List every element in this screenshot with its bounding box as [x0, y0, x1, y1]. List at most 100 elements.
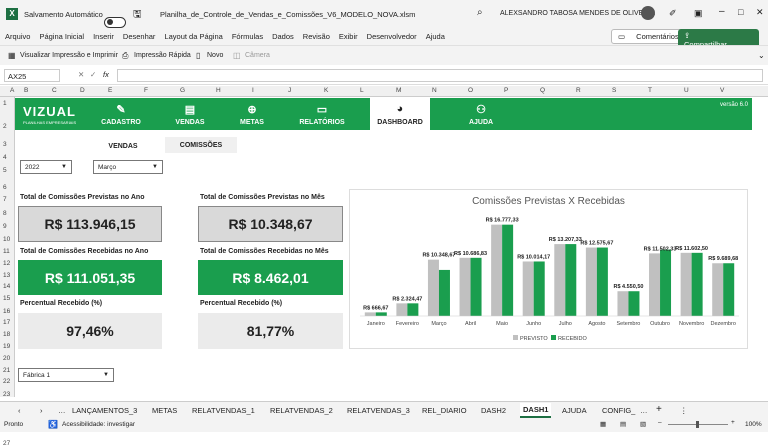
row-header[interactable]: 19	[3, 343, 10, 350]
bar-previsto-maio[interactable]	[491, 224, 503, 316]
file-name[interactable]: Planilha_de_Controle_de_Vendas_e_Comissõ…	[160, 10, 415, 19]
bar-previsto-setembro[interactable]	[617, 291, 629, 316]
tab-scroll-right-icon[interactable]: ›	[40, 406, 43, 415]
page-layout-icon[interactable]: ▤	[620, 420, 626, 428]
column-header[interactable]: C	[52, 87, 57, 94]
column-header[interactable]: I	[252, 87, 254, 94]
quick-print-button[interactable]: Impressão Rápida	[134, 52, 191, 59]
column-header[interactable]: H	[216, 87, 221, 94]
new-button[interactable]: Novo	[207, 52, 223, 59]
zoom-in-icon[interactable]: +	[731, 419, 735, 426]
column-header[interactable]: M	[396, 87, 401, 94]
sheet-tab-lançamentos_3[interactable]: LANÇAMENTOS_3	[72, 406, 137, 415]
row-header[interactable]: 16	[3, 308, 10, 315]
menu-item[interactable]: Dados	[272, 32, 294, 41]
zoom-out-icon[interactable]: –	[658, 419, 662, 426]
column-header[interactable]: O	[468, 87, 473, 94]
normal-view-icon[interactable]: ▦	[600, 420, 606, 428]
bar-recebido-fevereiro[interactable]	[407, 303, 419, 316]
avatar[interactable]	[641, 6, 655, 20]
bar-recebido-abril[interactable]	[470, 257, 482, 316]
nav-item-vendas[interactable]: ▤ VENDAS	[160, 98, 220, 130]
bar-previsto-dezembro[interactable]	[712, 263, 724, 316]
pen-icon[interactable]: ✐	[669, 8, 677, 19]
chevron-down-icon[interactable]: ⌄	[758, 51, 765, 60]
autosave-toggle[interactable]	[104, 16, 126, 28]
column-header[interactable]: B	[24, 87, 28, 94]
bar-previsto-janeiro[interactable]	[364, 312, 376, 316]
month-filter[interactable]: Março ▼	[93, 160, 163, 174]
nav-item-ajuda[interactable]: ⚇ AJUDA	[451, 98, 511, 130]
row-header[interactable]: 15	[3, 295, 10, 302]
commission-chart[interactable]: Comissões Previstas X Recebidas R$ 666,6…	[349, 189, 748, 349]
more-options-icon[interactable]: ⋮	[680, 406, 688, 415]
nav-item-cadastro[interactable]: ✎ CADASTRO	[91, 98, 151, 130]
accessibility-status[interactable]: Acessibilidade: investigar	[62, 421, 135, 428]
column-header[interactable]: K	[324, 87, 328, 94]
cancel-icon[interactable]: ✕	[78, 70, 84, 79]
bar-recebido-junho[interactable]	[533, 261, 545, 316]
name-box[interactable]: AX25	[4, 69, 60, 82]
bar-recebido-novembro[interactable]	[691, 252, 703, 316]
row-header[interactable]: 22	[3, 378, 10, 385]
bar-previsto-março[interactable]	[427, 259, 439, 316]
menu-item[interactable]: Revisão	[303, 32, 330, 41]
tab-more-right-icon[interactable]: …	[640, 406, 648, 415]
maximize-icon[interactable]: □	[738, 7, 743, 17]
menu-item[interactable]: Exibir	[339, 32, 358, 41]
column-header[interactable]: Q	[540, 87, 545, 94]
bar-recebido-março[interactable]	[438, 269, 450, 316]
tab-scroll-left-icon[interactable]: ‹	[18, 406, 21, 415]
row-header[interactable]: 17	[3, 319, 10, 326]
sheet-tab-metas[interactable]: METAS	[152, 406, 177, 415]
subtab-vendas[interactable]: VENDAS	[93, 140, 153, 154]
bar-previsto-julho[interactable]	[554, 244, 566, 316]
column-header[interactable]: P	[504, 87, 508, 94]
zoom-level[interactable]: 100%	[745, 421, 762, 428]
row-header[interactable]: 12	[3, 260, 10, 267]
column-header[interactable]: F	[144, 87, 148, 94]
row-header[interactable]: 10	[3, 236, 10, 243]
sheet-tab-ajuda[interactable]: AJUDA	[562, 406, 587, 415]
column-header[interactable]: S	[612, 87, 616, 94]
sheet-tab-dash2[interactable]: DASH2	[481, 406, 506, 415]
column-header[interactable]: A	[10, 87, 14, 94]
factory-filter[interactable]: Fábrica 1 ▼	[18, 368, 114, 382]
bar-previsto-agosto[interactable]	[585, 247, 597, 316]
row-header[interactable]: 14	[3, 283, 10, 290]
row-header[interactable]: 7	[3, 196, 7, 203]
bar-previsto-abril[interactable]	[459, 257, 471, 316]
close-icon[interactable]: ✕	[756, 7, 764, 18]
menu-item[interactable]: Desenvolvedor	[367, 32, 417, 41]
ribbon-display-icon[interactable]: ▣	[694, 8, 703, 19]
menu-item[interactable]: Arquivo	[5, 32, 30, 41]
menu-item[interactable]: Página Inicial	[39, 32, 84, 41]
menu-item[interactable]: Ajuda	[426, 32, 445, 41]
column-header[interactable]: R	[576, 87, 581, 94]
row-header[interactable]: 6	[3, 184, 7, 191]
sheet-tab-relatvendas_3[interactable]: RELATVENDAS_3	[347, 406, 410, 415]
bar-previsto-fevereiro[interactable]	[396, 303, 408, 316]
row-header[interactable]: 3	[3, 141, 7, 148]
menu-item[interactable]: Desenhar	[123, 32, 156, 41]
column-header[interactable]: D	[80, 87, 85, 94]
row-header[interactable]: 18	[3, 331, 10, 338]
save-icon[interactable]: 🖫	[133, 7, 142, 24]
add-sheet-icon[interactable]: +	[656, 404, 662, 415]
column-header[interactable]: J	[288, 87, 291, 94]
nav-item-relatórios[interactable]: ▭ RELATÓRIOS	[292, 98, 352, 130]
user-name[interactable]: ALEXSANDRO TABOSA MENDES DE OLIVEIRA	[500, 10, 655, 17]
row-header[interactable]: 11	[3, 248, 10, 255]
nav-item-dashboard[interactable]: ◕ DASHBOARD	[370, 98, 430, 130]
row-header[interactable]: 1	[3, 100, 7, 107]
row-header[interactable]: 4	[3, 154, 7, 161]
sheet-tab-relatvendas_2[interactable]: RELATVENDAS_2	[270, 406, 333, 415]
subtab-comissoes[interactable]: COMISSÕES	[165, 137, 237, 153]
row-header[interactable]: 5	[3, 167, 7, 174]
bar-recebido-dezembro[interactable]	[723, 263, 735, 316]
bar-previsto-novembro[interactable]	[680, 252, 692, 316]
bar-recebido-setembro[interactable]	[628, 291, 640, 316]
bar-recebido-agosto[interactable]	[596, 247, 608, 316]
column-header[interactable]: T	[648, 87, 652, 94]
search-icon[interactable]: ⌕	[477, 7, 483, 18]
